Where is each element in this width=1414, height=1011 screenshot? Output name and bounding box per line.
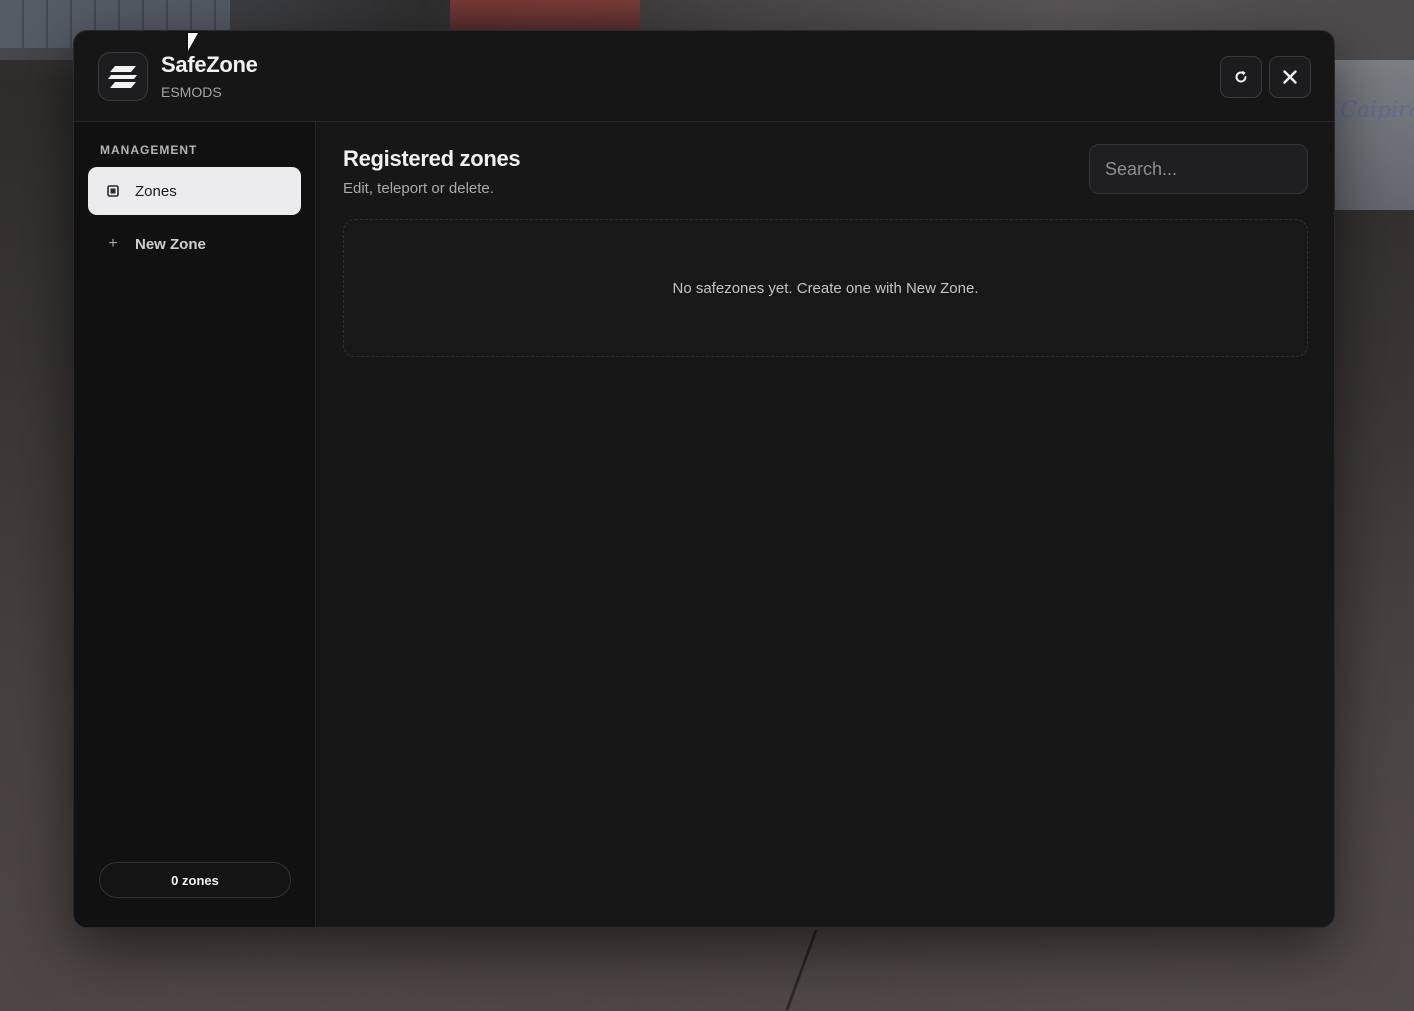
- app-subtitle: ESMODS: [161, 84, 222, 100]
- plus-icon: +: [108, 235, 118, 252]
- close-button[interactable]: [1269, 56, 1311, 98]
- refresh-icon: [1235, 70, 1247, 83]
- background-vehicle: [1334, 60, 1414, 210]
- close-icon: [1283, 70, 1297, 84]
- sidebar-item-new-zone[interactable]: + New Zone: [88, 220, 301, 268]
- main-content: Registered zones Edit, teleport or delet…: [317, 122, 1334, 927]
- search-input[interactable]: [1089, 144, 1308, 194]
- sidebar-item-label: Zones: [135, 182, 177, 200]
- mouse-cursor-icon: [188, 33, 198, 51]
- page-title: Registered zones: [343, 146, 521, 171]
- safezone-logo-icon: [108, 65, 137, 88]
- sidebar: MANAGEMENT Zones + New Zone 0 zones: [74, 122, 316, 927]
- zone-count-badge: 0 zones: [99, 862, 291, 898]
- sidebar-item-zones[interactable]: Zones: [88, 167, 301, 215]
- empty-state-message: No safezones yet. Create one with New Zo…: [672, 279, 979, 297]
- page-subtitle: Edit, teleport or delete.: [343, 180, 494, 197]
- list-square-icon: [106, 185, 120, 197]
- sidebar-item-label: New Zone: [135, 235, 206, 253]
- empty-state: No safezones yet. Create one with New Zo…: [343, 219, 1308, 357]
- sidebar-section-label: MANAGEMENT: [100, 143, 198, 157]
- background-ground-crack: [785, 930, 875, 1010]
- panel-header: SafeZone ESMODS: [74, 31, 1334, 122]
- app-logo: [98, 52, 148, 101]
- safezone-panel: SafeZone ESMODS MANAGEMENT Zones + New Z…: [73, 30, 1335, 928]
- refresh-button[interactable]: [1220, 56, 1262, 98]
- background-sign-text: Caipira: [1340, 98, 1414, 123]
- background-red-structure: [450, 0, 640, 30]
- app-title: SafeZone: [161, 52, 258, 77]
